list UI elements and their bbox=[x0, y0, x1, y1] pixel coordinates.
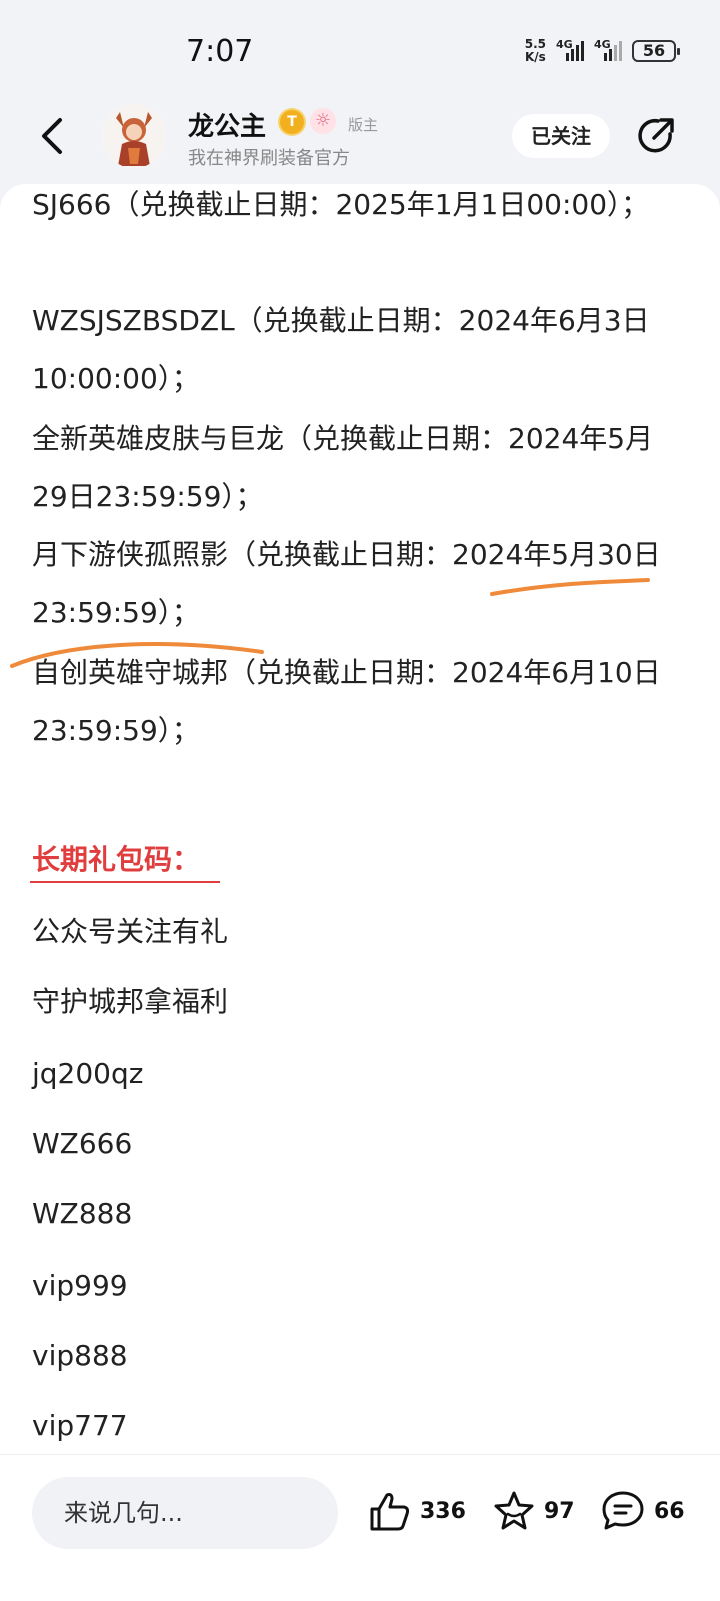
comment-input[interactable]: 来说几句... bbox=[32, 1477, 338, 1549]
post-paragraph: SJ666（兑换截止日期：2025年1月1日00:00）； bbox=[32, 188, 650, 221]
signal-icon: 4G bbox=[556, 38, 584, 61]
gift-code: WZ888 bbox=[32, 1197, 133, 1230]
like-count: 336 bbox=[420, 1498, 466, 1524]
heading-underline bbox=[30, 881, 220, 883]
gift-code: 守护城邦拿福利 bbox=[32, 985, 229, 1018]
favorite-button[interactable]: 97 bbox=[492, 1481, 575, 1541]
username[interactable]: 龙公主 bbox=[188, 106, 266, 143]
user-subtitle: 我在神界刷装备官方 bbox=[188, 148, 350, 169]
chevron-left-icon bbox=[42, 118, 62, 154]
gift-code: vip999 bbox=[32, 1269, 128, 1302]
role-label: 版主 bbox=[348, 116, 379, 134]
gift-code: vip888 bbox=[32, 1339, 128, 1372]
post-paragraph: 自创英雄守城邦（兑换截止日期：2024年6月10日23:59:59）； bbox=[32, 656, 661, 747]
section-heading: 长期礼包码： bbox=[32, 843, 201, 876]
post-header: 龙公主 T ☼ 版主 我在神界刷装备官方 已关注 bbox=[0, 100, 720, 184]
back-button[interactable] bbox=[36, 114, 72, 158]
share-button[interactable] bbox=[634, 114, 678, 158]
follow-button[interactable]: 已关注 bbox=[512, 114, 610, 158]
status-bar: 7:07 5.5 K/s 4G 4G 56 bbox=[0, 0, 720, 100]
post-paragraph: 月下游侠孤照影（兑换截止日期：2024年5月30日23:59:59）； bbox=[32, 538, 661, 629]
comment-count: 66 bbox=[654, 1498, 685, 1524]
post-content: SJ666（兑换截止日期：2025年1月1日00:00）； WZSJSZBSDZ… bbox=[0, 184, 720, 1454]
post-paragraph: 全新英雄皮肤与巨龙（兑换截止日期：2024年5月29日23:59:59）； bbox=[32, 422, 654, 513]
comment-bubble-icon bbox=[602, 1491, 644, 1530]
gift-code: vip777 bbox=[32, 1409, 128, 1442]
sim2-label: 4G bbox=[594, 38, 611, 51]
sim1-label: 4G bbox=[556, 38, 573, 51]
avatar[interactable] bbox=[102, 104, 166, 168]
signal-icon-2: 4G bbox=[594, 38, 622, 61]
network-speed: 5.5 K/s bbox=[525, 38, 546, 64]
share-icon bbox=[638, 118, 674, 153]
gift-code: WZ666 bbox=[32, 1127, 133, 1160]
comment-button[interactable]: 66 bbox=[600, 1481, 685, 1541]
battery-icon: 56 bbox=[632, 40, 680, 62]
gift-code: 公众号关注有礼 bbox=[32, 915, 229, 948]
like-button[interactable]: 336 bbox=[368, 1481, 466, 1541]
network-speed-unit: K/s bbox=[524, 50, 546, 64]
system-icons: 5.5 K/s 4G 4G 56 bbox=[525, 38, 680, 64]
avatar-image bbox=[102, 104, 166, 168]
clock: 7:07 bbox=[186, 34, 254, 69]
thumbs-up-icon bbox=[370, 1493, 410, 1531]
star-icon bbox=[494, 1491, 534, 1530]
gift-code: jq200qz bbox=[32, 1057, 144, 1090]
level-badge-icon: T bbox=[280, 110, 304, 134]
favorite-count: 97 bbox=[544, 1498, 575, 1524]
bottom-action-bar: 来说几句... 336 97 66 bbox=[0, 1454, 720, 1601]
post-paragraph: WZSJSZBSDZL（兑换截止日期：2024年6月3日10:00:00）； bbox=[32, 304, 650, 395]
swirl-badge-icon: ☼ bbox=[310, 108, 336, 134]
